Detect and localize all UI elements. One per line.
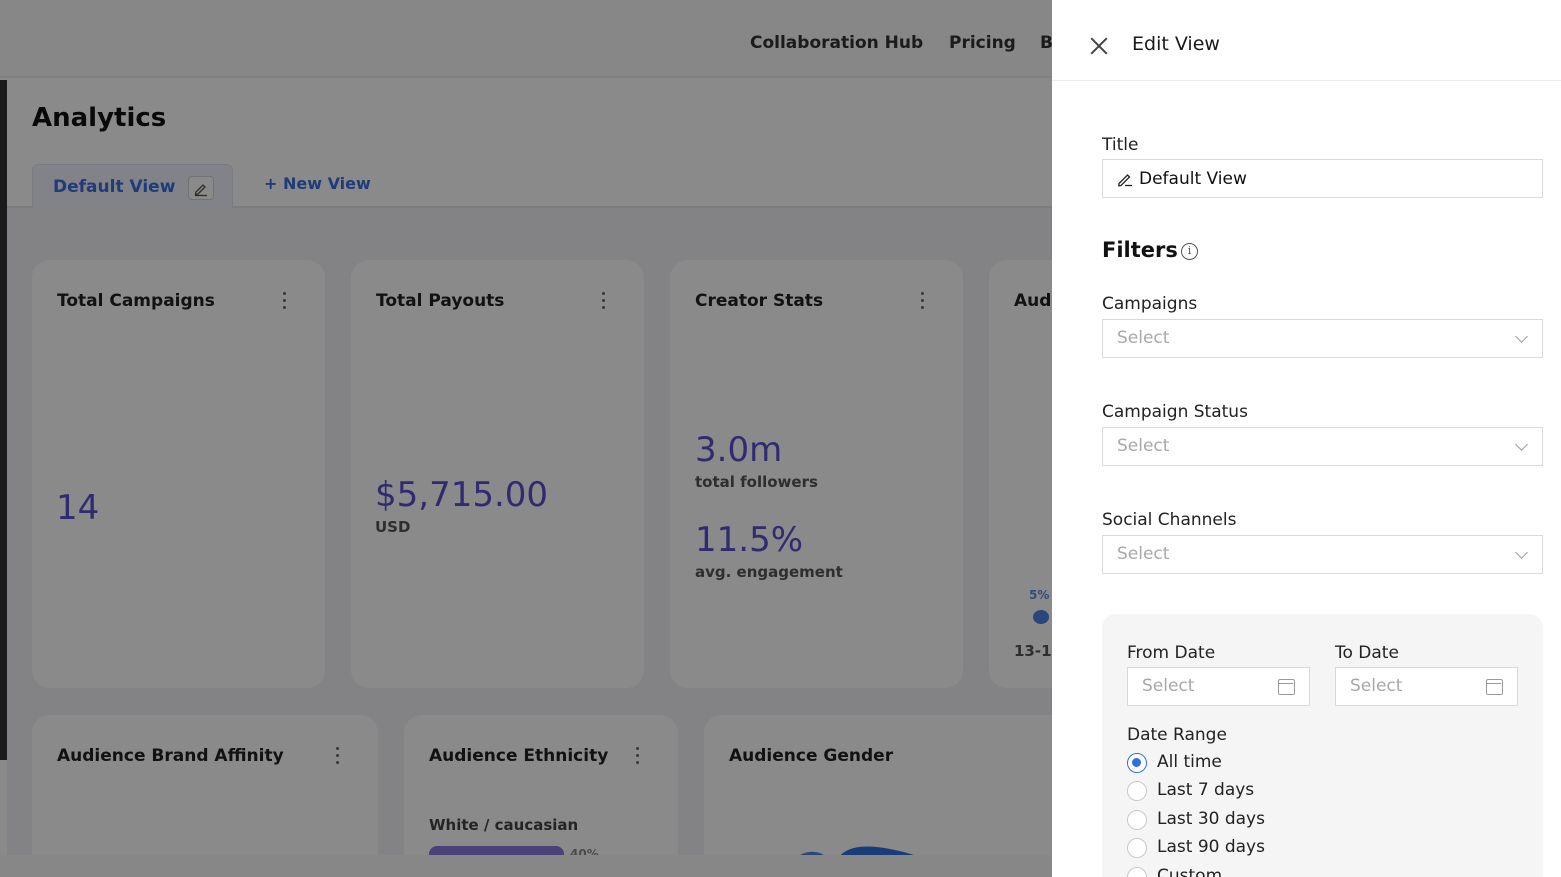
pencil-icon [1118,174,1132,187]
drawer-header: Edit View [1052,0,1561,81]
campaign-status-select[interactable]: Select [1102,427,1543,466]
radio-button[interactable] [1127,810,1147,830]
radio-label: Last 30 days [1157,809,1265,829]
social-channels-select[interactable]: Select [1102,535,1543,574]
title-label: Title [1102,135,1139,155]
campaign-status-placeholder: Select [1117,436,1170,456]
edit-view-drawer: Edit View Title Default View Filters i C… [1052,0,1561,877]
campaigns-placeholder: Select [1117,328,1170,348]
campaigns-select[interactable]: Select [1102,319,1543,358]
date-filter-panel: From Date To Date Select Select Date Ran… [1102,614,1543,877]
from-date-label: From Date [1127,643,1216,663]
title-input[interactable]: Default View [1102,159,1543,198]
modal-backdrop[interactable] [0,0,1052,877]
chevron-down-icon [1515,438,1528,451]
radio-button[interactable] [1127,838,1147,858]
to-date-label: To Date [1335,643,1399,663]
chevron-down-icon [1515,330,1528,343]
radio-label: Last 7 days [1157,780,1255,800]
radio-button[interactable] [1127,781,1147,801]
app-root: Collaboration Hub Pricing B Analytics De… [0,0,1561,877]
drawer-title: Edit View [1132,33,1220,55]
close-icon[interactable] [1090,37,1108,55]
radio-button[interactable] [1127,867,1147,877]
to-date-input[interactable]: Select [1335,667,1518,706]
social-channels-placeholder: Select [1117,544,1170,564]
from-date-input[interactable]: Select [1127,667,1310,706]
title-input-value: Default View [1139,169,1247,189]
date-range-label: Date Range [1127,725,1227,745]
radio-label: Custom [1157,866,1223,877]
from-date-placeholder: Select [1142,676,1195,696]
chevron-down-icon [1515,546,1528,559]
filters-heading: Filters [1102,238,1178,262]
social-channels-label: Social Channels [1102,510,1237,530]
to-date-placeholder: Select [1350,676,1403,696]
info-icon[interactable]: i [1181,243,1198,260]
calendar-icon [1278,679,1295,695]
radio-label: All time [1157,752,1222,772]
campaigns-label: Campaigns [1102,294,1198,314]
radio-label: Last 90 days [1157,837,1265,857]
radio-button[interactable] [1127,753,1147,773]
calendar-icon [1486,679,1503,695]
campaign-status-label: Campaign Status [1102,402,1248,422]
